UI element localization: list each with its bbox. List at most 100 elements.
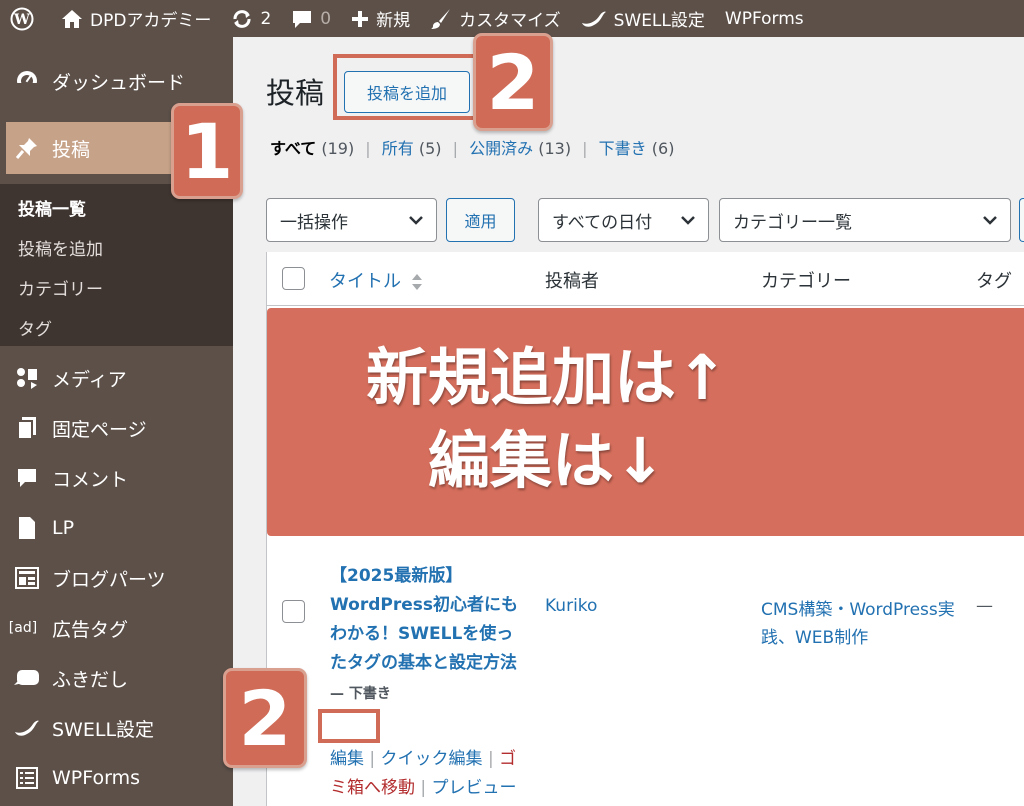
wordpress-logo-icon: W bbox=[10, 7, 34, 31]
sidebar-item-media[interactable]: メディア bbox=[0, 353, 233, 403]
sidebar-item-label: ふきだし bbox=[52, 668, 129, 691]
site-name: DPDアカデミー bbox=[90, 11, 212, 31]
sidebar-item-label: LP bbox=[52, 517, 75, 539]
filter-separator: | bbox=[582, 139, 588, 158]
step-badge-2-bottom: 2 bbox=[223, 668, 307, 768]
new-content-link[interactable]: 新規 bbox=[341, 0, 420, 37]
customize-label: カスタマイズ bbox=[459, 11, 561, 31]
filter-all[interactable]: すべて bbox=[270, 139, 316, 158]
sidebar-item-label: WPForms bbox=[52, 767, 141, 789]
updates-icon bbox=[231, 8, 253, 30]
quick-edit-link[interactable]: クイック編集 bbox=[381, 749, 483, 769]
bulk-action-select[interactable]: 一括操作 bbox=[266, 198, 437, 242]
sidebar-item-wpforms[interactable]: WPForms bbox=[0, 753, 233, 803]
banner-line-edit: 編集は↓ bbox=[428, 424, 666, 497]
comments-link[interactable]: 0 bbox=[281, 0, 341, 37]
pushpin-icon bbox=[14, 136, 40, 160]
comments-count: 0 bbox=[320, 8, 332, 29]
row-checkbox[interactable] bbox=[282, 600, 305, 623]
sidebar-item-label: 投稿 bbox=[52, 138, 91, 161]
sidebar-item-posts[interactable]: 投稿 bbox=[6, 122, 171, 174]
column-title-label: タイトル bbox=[329, 271, 401, 292]
instruction-banner: 新規追加は↑ 編集は↓ bbox=[267, 308, 1024, 536]
submenu-item-add-post[interactable]: 投稿を追加 bbox=[0, 227, 233, 267]
brush-icon bbox=[430, 8, 452, 30]
sidebar-item-label: 固定ページ bbox=[52, 418, 147, 441]
media-icon bbox=[14, 366, 40, 390]
row-actions: 編集 | クイック編集 | ゴミ箱へ移動 | プレビュー bbox=[330, 745, 530, 803]
sidebar-item-balloon[interactable]: ふきだし bbox=[0, 653, 233, 703]
category-filter-select[interactable]: カテゴリー一覧 bbox=[719, 198, 1011, 242]
sidebar-item-lp[interactable]: LP bbox=[0, 503, 233, 553]
post-status-filters: すべて (19) | 所有 (5) | 公開済み (13) | 下書き (6) bbox=[270, 135, 674, 159]
submenu-item-tags[interactable]: タグ bbox=[0, 307, 233, 347]
comment-icon bbox=[14, 467, 40, 489]
sidebar-item-dashboard[interactable]: ダッシュボード bbox=[0, 56, 233, 106]
svg-text:W: W bbox=[13, 12, 30, 28]
posts-submenu: 投稿一覧 投稿を追加 カテゴリー タグ bbox=[0, 184, 233, 346]
updates-link[interactable]: 2 bbox=[221, 0, 281, 37]
site-name-link[interactable]: DPDアカデミー bbox=[51, 0, 221, 37]
filter-all-count: (19) bbox=[321, 139, 355, 158]
sidebar-item-label: 広告タグ bbox=[52, 618, 129, 641]
filter-drafts-count: (6) bbox=[651, 139, 675, 158]
layout-grid-icon bbox=[14, 567, 40, 589]
post-tags: — bbox=[976, 596, 993, 616]
step-badge-1: 1 bbox=[171, 103, 243, 199]
chevron-down-icon bbox=[408, 213, 424, 227]
apply-button[interactable]: 適用 bbox=[446, 198, 515, 242]
column-category: カテゴリー bbox=[761, 271, 851, 292]
updates-count: 2 bbox=[260, 8, 272, 29]
filter-mine-count: (5) bbox=[418, 139, 442, 158]
date-filter-value: すべての日付 bbox=[552, 212, 653, 233]
new-label: 新規 bbox=[376, 11, 411, 31]
swell-settings-label: SWELL設定 bbox=[613, 11, 705, 31]
wpforms-link[interactable]: WPForms bbox=[715, 0, 814, 37]
speech-bubble-icon bbox=[14, 668, 40, 688]
filter-separator: | bbox=[452, 139, 459, 158]
page-title: 投稿 bbox=[266, 76, 325, 110]
post-state-separator: — bbox=[330, 686, 349, 702]
chevron-down-icon bbox=[982, 213, 998, 227]
action-separator: | bbox=[487, 749, 494, 769]
edit-link[interactable]: 編集 bbox=[330, 749, 364, 769]
swell-settings-link[interactable]: SWELL設定 bbox=[571, 0, 715, 37]
admin-bar: W DPDアカデミー 2 0 新規 カスタマイズ SWELL設定 WPForms bbox=[0, 0, 1024, 37]
sidebar-item-label: SWELL設定 bbox=[52, 718, 155, 741]
sidebar-item-pages[interactable]: 固定ページ bbox=[0, 403, 233, 453]
date-filter-select[interactable]: すべての日付 bbox=[538, 198, 709, 242]
sidebar-item-swell-settings[interactable]: SWELL設定 bbox=[0, 703, 233, 753]
comment-icon bbox=[291, 9, 313, 29]
post-title-link[interactable]: 【2025最新版】WordPress初心者にもわかる！SWELLを使ったタグの基… bbox=[330, 562, 530, 709]
filter-drafts[interactable]: 下書き bbox=[599, 139, 647, 158]
customize-link[interactable]: カスタマイズ bbox=[420, 0, 571, 37]
wordpress-logo-button[interactable]: W bbox=[0, 0, 51, 37]
home-icon bbox=[61, 9, 83, 29]
bulk-action-value: 一括操作 bbox=[280, 212, 348, 233]
table-header: タイトル 投稿者 カテゴリー タグ bbox=[267, 252, 1024, 306]
category-filter-value: カテゴリー一覧 bbox=[733, 212, 852, 233]
preview-link[interactable]: プレビュー bbox=[432, 778, 517, 798]
sort-icon bbox=[411, 271, 423, 293]
column-title[interactable]: タイトル bbox=[329, 267, 423, 293]
chevron-down-icon bbox=[680, 213, 696, 227]
sidebar-item-comments[interactable]: コメント bbox=[0, 453, 233, 503]
column-tags: タグ bbox=[976, 271, 1012, 292]
filter-published[interactable]: 公開済み bbox=[469, 139, 533, 158]
submenu-item-categories[interactable]: カテゴリー bbox=[0, 267, 233, 307]
sidebar-item-label: メディア bbox=[52, 368, 127, 391]
dashboard-icon bbox=[14, 69, 40, 93]
sidebar-item-ad-tags[interactable]: [ad] 広告タグ bbox=[0, 603, 233, 653]
step-badge-2-top: 2 bbox=[473, 33, 553, 131]
sidebar-item-blog-parts[interactable]: ブログパーツ bbox=[0, 553, 233, 603]
swell-logo-icon bbox=[14, 718, 40, 738]
filter-mine[interactable]: 所有 bbox=[382, 139, 414, 158]
filter-button[interactable] bbox=[1019, 198, 1024, 242]
post-categories-link[interactable]: CMS構築・WordPress実践、WEB制作 bbox=[761, 596, 961, 652]
post-state: 下書き bbox=[348, 686, 391, 702]
filter-published-count: (13) bbox=[538, 139, 572, 158]
swell-logo-icon bbox=[581, 9, 607, 29]
post-author-link[interactable]: Kuriko bbox=[545, 596, 597, 616]
select-all-checkbox[interactable] bbox=[282, 267, 305, 290]
document-icon bbox=[14, 516, 40, 540]
